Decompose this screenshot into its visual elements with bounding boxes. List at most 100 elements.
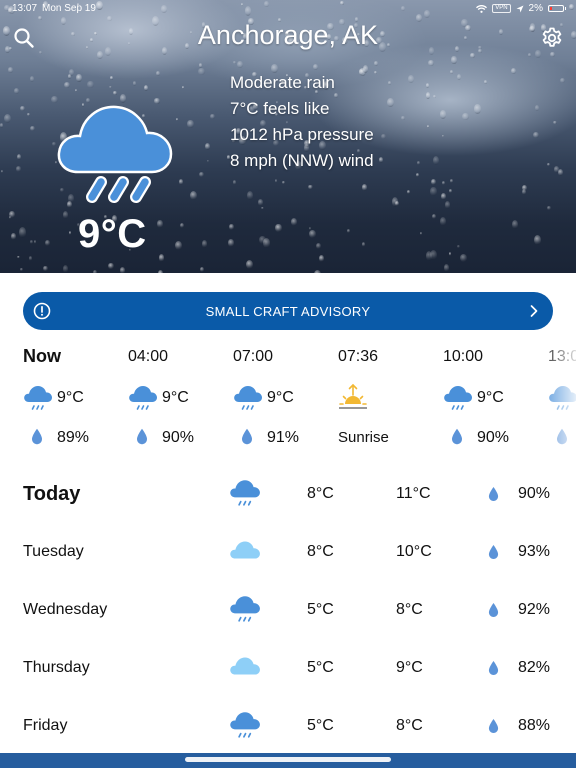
raindrop	[379, 157, 383, 163]
hourly-item: 13:00	[548, 340, 576, 460]
hour-humidity: 90%	[162, 429, 195, 446]
raindrop	[257, 199, 264, 206]
raindrop	[521, 188, 526, 195]
raindrop	[228, 238, 235, 247]
raindrop	[198, 67, 205, 76]
raindrop	[407, 190, 411, 195]
raindrop	[261, 206, 264, 210]
raindrop	[275, 223, 282, 233]
bottom-bar	[0, 753, 576, 768]
settings-button[interactable]	[540, 26, 564, 50]
raindrop	[0, 122, 4, 128]
daily-row[interactable]: Tuesday 8°C 10°C 93%	[0, 542, 576, 600]
raindrop	[439, 110, 447, 120]
rain-cloud-icon	[233, 382, 263, 412]
hourly-item: 07:00 9°C 91%	[233, 340, 337, 460]
raindrop	[68, 230, 72, 235]
raindrop	[92, 269, 97, 273]
current-details: Moderate rain 7°C feels like 1012 hPa pr…	[230, 70, 374, 174]
raindrop	[175, 118, 179, 122]
hourly-item: 10:00 9°C 90%	[443, 340, 547, 460]
advisory-label: SMALL CRAFT ADVISORY	[205, 303, 371, 319]
day-low-temp: 5°C	[307, 601, 334, 618]
raindrop	[232, 179, 237, 186]
raindrop	[210, 113, 215, 119]
day-low-temp: 5°C	[307, 659, 334, 676]
rain-cloud-icon	[229, 592, 261, 624]
raindrop	[442, 181, 446, 185]
home-indicator[interactable]	[185, 757, 391, 762]
raindrop	[533, 132, 539, 139]
location-arrow-icon	[516, 5, 524, 12]
hour-temperature: 9°C	[162, 389, 189, 406]
raindrop	[439, 217, 446, 226]
raindrop	[30, 126, 35, 132]
raindrop	[441, 134, 444, 138]
raindrop	[274, 179, 278, 183]
raindrop	[179, 179, 184, 185]
raindrop	[20, 106, 25, 112]
day-name: Tuesday	[23, 543, 84, 560]
hour-humidity: 91%	[267, 429, 300, 446]
raindrop	[407, 75, 414, 84]
day-high-temp: 8°C	[396, 717, 423, 734]
raindrop	[246, 259, 253, 270]
hour-temperature: 9°C	[267, 389, 294, 406]
raindrop	[449, 189, 453, 193]
day-humidity: 90%	[518, 485, 551, 502]
daily-row[interactable]: Wednesday 5°C 8°C 92%	[0, 600, 576, 658]
rain-cloud-icon	[443, 382, 473, 412]
rain-cloud-icon	[57, 105, 173, 203]
rain-cloud-icon	[548, 382, 576, 412]
raindrop	[33, 240, 37, 244]
alert-circle-icon	[33, 302, 51, 320]
hour-temperature: 9°C	[57, 389, 84, 406]
raindrop	[374, 60, 378, 67]
raindrop	[63, 81, 70, 89]
day-high-temp: 10°C	[396, 543, 432, 560]
hour-humidity: 90%	[477, 429, 510, 446]
raindrop	[429, 249, 437, 260]
raindrop	[535, 104, 539, 111]
raindrop	[380, 134, 386, 140]
raindrop	[86, 80, 94, 89]
raindrop	[527, 52, 532, 58]
raindrop	[13, 88, 19, 95]
raindrop	[181, 85, 184, 89]
raindrop	[201, 240, 208, 249]
cloud-icon	[229, 650, 261, 682]
small-craft-advisory-button[interactable]: SMALL CRAFT ADVISORY	[23, 292, 553, 330]
raindrop	[451, 55, 457, 65]
raindrop	[112, 90, 117, 96]
raindrop	[460, 254, 467, 262]
raindrop	[20, 267, 23, 271]
humidity-drop-icon	[451, 428, 463, 445]
hourly-item-sunrise: 07:36 Sunrise	[338, 340, 442, 460]
raindrop	[456, 244, 460, 248]
raindrop	[199, 266, 204, 273]
raindrop	[187, 119, 194, 129]
gear-icon	[542, 27, 562, 47]
pressure-text: 1012 hPa pressure	[230, 125, 374, 144]
hourly-forecast[interactable]: Now 9°C 89% 04:00 9°C 90% 07:00 9°C 91% …	[0, 340, 576, 460]
humidity-drop-icon	[488, 544, 499, 560]
city-title[interactable]: Anchorage, AK	[0, 20, 576, 51]
rain-cloud-icon	[229, 476, 261, 508]
raindrop	[290, 217, 298, 226]
raindrop	[62, 264, 68, 273]
hour-time: Now	[23, 346, 61, 366]
rain-cloud-icon	[23, 382, 53, 412]
daily-row[interactable]: Thursday 5°C 9°C 82%	[0, 658, 576, 716]
raindrop	[204, 142, 210, 150]
raindrop	[110, 75, 113, 81]
raindrop	[373, 70, 377, 74]
raindrop	[157, 269, 164, 273]
daily-row-today[interactable]: Today 8°C 11°C 90%	[0, 484, 576, 542]
raindrop	[28, 256, 32, 261]
raindrop	[179, 223, 184, 229]
raindrop	[45, 239, 50, 247]
raindrop	[158, 253, 165, 262]
raindrop	[391, 197, 398, 208]
rain-cloud-icon	[229, 708, 261, 740]
day-low-temp: 8°C	[307, 485, 334, 502]
